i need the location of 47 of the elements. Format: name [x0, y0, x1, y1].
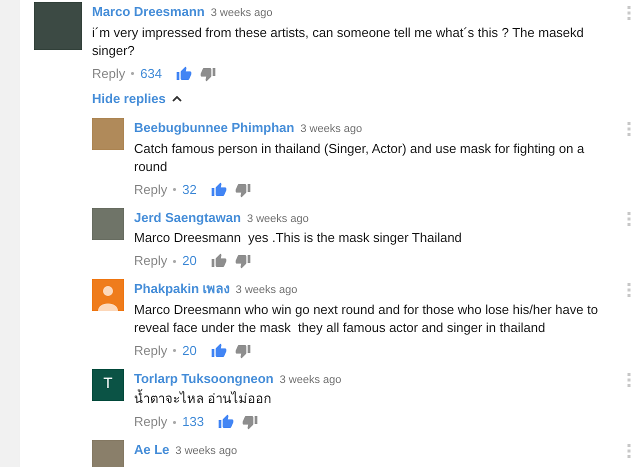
thumbs-down-icon[interactable]	[242, 414, 258, 430]
author-name[interactable]: Jerd Saengtawan	[134, 208, 241, 227]
author-name[interactable]: Phakpakin เพลง	[134, 279, 230, 298]
chevron-icon	[172, 94, 182, 102]
comment-text: Marco Dreesmann who win go next round and for those who lose his/her have to reveal face under the mask they all famous actor and singer in thailand	[134, 300, 599, 336]
like-count: 32	[182, 180, 197, 199]
comment-time[interactable]: 3 weeks ago	[300, 121, 362, 138]
more-options-icon[interactable]	[627, 212, 631, 226]
reply-link[interactable]: Reply	[92, 64, 126, 84]
author-name[interactable]: Marco Dreesmann	[92, 2, 205, 22]
thumbs-down-icon[interactable]	[234, 342, 251, 358]
comment-text: Marco Dreesmann yes .This is the mask singer Thailand	[134, 229, 463, 247]
comment-text: i´m very impressed from these artists, can someone tell me what´s this ? The masekd singer?	[92, 24, 585, 60]
author-name[interactable]: Torlarp Tuksoongneon	[134, 368, 274, 388]
reply-link[interactable]: Reply	[134, 180, 168, 200]
thumbs-up-icon[interactable]	[210, 342, 227, 358]
more-options-icon[interactable]	[627, 6, 631, 20]
comment-text: น้ำตาจะไหล อ่านไม่ออก	[134, 390, 273, 408]
more-options-icon[interactable]	[627, 122, 631, 136]
comment-time[interactable]: 3 weeks ago	[280, 372, 342, 388]
like-count: 20	[182, 342, 197, 360]
comment-time[interactable]: 3 weeks ago	[175, 443, 238, 460]
reply-link[interactable]: Reply	[134, 340, 168, 360]
more-options-icon[interactable]	[627, 444, 631, 458]
author-name[interactable]: Ae Le	[134, 440, 170, 460]
comment-time[interactable]: 3 weeks ago	[210, 5, 272, 22]
thumbs-up-icon[interactable]	[218, 414, 234, 430]
hide-replies-toggle[interactable]: Hide replies	[92, 88, 182, 108]
thumbs-up-icon[interactable]	[176, 66, 192, 82]
default-avatar-icon[interactable]	[92, 279, 124, 311]
reply-link[interactable]: Reply	[134, 412, 168, 432]
like-count: 634	[140, 64, 162, 83]
thumbs-down-icon[interactable]	[234, 253, 251, 269]
reply-link[interactable]: Reply	[134, 251, 168, 271]
comment-text: Catch famous person in thailand (Singer, Actor) and use mask for fighting on a round	[134, 140, 586, 176]
more-options-icon[interactable]	[627, 283, 631, 297]
letter-avatar[interactable]: T	[92, 368, 124, 400]
comment-time[interactable]: 3 weeks ago	[236, 282, 298, 298]
thumbs-down-icon[interactable]	[234, 182, 251, 198]
comment-time[interactable]: 3 weeks ago	[246, 210, 309, 227]
author-name[interactable]: Beebugbunnee Phimphan	[134, 118, 294, 138]
thumbs-up-icon[interactable]	[210, 182, 227, 198]
like-count: 20	[182, 252, 197, 270]
thumbs-down-icon[interactable]	[200, 66, 216, 82]
like-count: 133	[182, 413, 204, 432]
thumbs-up-icon[interactable]	[210, 253, 227, 269]
more-options-icon[interactable]	[627, 372, 631, 386]
